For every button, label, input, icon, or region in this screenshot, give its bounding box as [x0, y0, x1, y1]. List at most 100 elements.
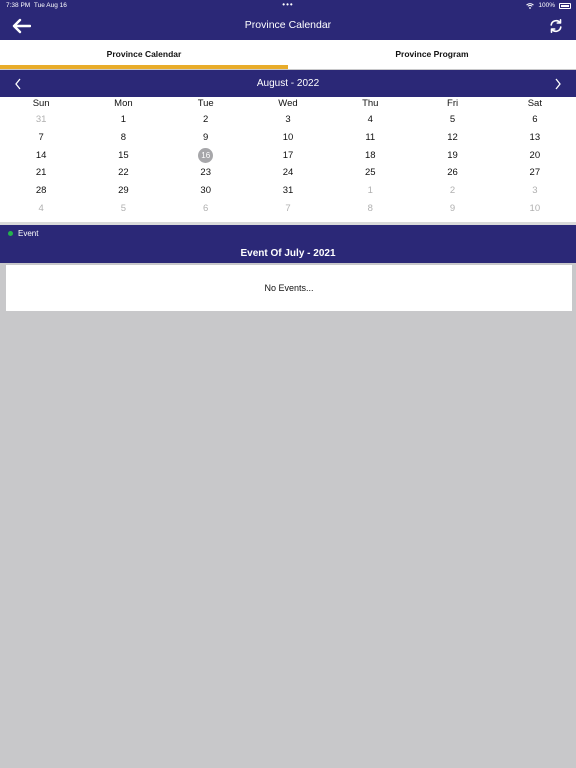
weekday-label: Sun [32, 98, 50, 109]
day-number: 1 [367, 185, 373, 197]
calendar-day[interactable]: 17 [247, 146, 329, 164]
day-number: 15 [118, 149, 129, 161]
calendar-day[interactable]: 15 [82, 146, 164, 164]
day-number: 26 [447, 167, 458, 179]
empty-state-text: No Events... [264, 283, 314, 293]
weekday-header: Sun Mon Tue Wed Thu Fri Sat [0, 97, 576, 111]
calendar-day[interactable]: 27 [494, 164, 576, 182]
calendar-day[interactable]: 7 [0, 129, 82, 147]
day-number: 18 [364, 149, 376, 161]
day-number: 9 [203, 132, 209, 144]
day-number: 5 [449, 114, 456, 126]
day-number: 10 [529, 202, 541, 214]
status-bar: 7:38 PM Tue Aug 16 ••• 100% [0, 0, 576, 12]
calendar-day[interactable]: 24 [247, 164, 329, 182]
weekday-label: Fri [447, 98, 459, 109]
day-number: 22 [118, 167, 129, 179]
calendar-day[interactable]: 8 [82, 129, 164, 147]
day-number: 29 [118, 185, 129, 197]
calendar-day[interactable]: 1 [82, 111, 164, 129]
calendar-day[interactable]: 25 [329, 164, 411, 182]
calendar-day[interactable]: 22 [82, 164, 164, 182]
day-number: 1 [120, 114, 127, 126]
calendar-day[interactable]: 1 [329, 182, 411, 200]
calendar-day[interactable]: 29 [82, 182, 164, 200]
day-number: 13 [529, 132, 541, 144]
calendar-day[interactable]: 28 [0, 182, 82, 200]
multitasking-dots-icon[interactable]: ••• [0, 1, 576, 9]
calendar-day[interactable]: 26 [411, 164, 493, 182]
calendar-day[interactable]: 2 [411, 182, 493, 200]
battery-percent: 100% [538, 2, 555, 9]
calendar-day[interactable]: 3 [494, 182, 576, 200]
status-right: 100% [526, 2, 571, 9]
calendar-day[interactable]: 5 [411, 111, 493, 129]
calendar-grid: Sun Mon Tue Wed Thu Fri Sat 31 1 2 3 4 5 6 7 8 9 10 11 12 1… [0, 97, 576, 222]
day-number: 24 [282, 167, 294, 179]
month-label: August - 2022 [256, 78, 320, 89]
calendar-day-today[interactable]: 16 [165, 146, 247, 164]
calendar-day[interactable]: 21 [0, 164, 82, 182]
day-number: 6 [532, 114, 538, 126]
calendar-day[interactable]: 2 [165, 111, 247, 129]
calendar-day[interactable]: 13 [494, 129, 576, 147]
event-section-title: Event Of July - 2021 [240, 248, 336, 259]
calendar-day[interactable]: 23 [165, 164, 247, 182]
day-number: 16 [198, 147, 214, 163]
day-number: 8 [120, 132, 127, 144]
day-number: 21 [35, 167, 47, 179]
calendar-day[interactable]: 11 [329, 129, 411, 147]
chevron-right-icon [555, 78, 561, 90]
day-number: 3 [285, 114, 291, 126]
calendar-day[interactable]: 31 [247, 182, 329, 200]
day-number: 7 [38, 132, 44, 144]
calendar-day[interactable]: 14 [0, 146, 82, 164]
weekday-label: Wed [278, 98, 298, 109]
day-number: 31 [35, 114, 47, 126]
calendar-day[interactable]: 18 [329, 146, 411, 164]
weekday-label: Tue [197, 98, 214, 109]
weekday-label: Mon [114, 98, 133, 109]
weekday-label: Thu [362, 98, 379, 109]
legend-label: Event [18, 229, 39, 238]
segment-tabs: Province Calendar Province Program [0, 40, 576, 69]
calendar-day[interactable]: 6 [165, 199, 247, 217]
calendar-day[interactable]: 7 [247, 199, 329, 217]
month-header: August - 2022 [0, 70, 576, 97]
calendar-day[interactable]: 10 [494, 199, 576, 217]
day-number: 20 [529, 149, 541, 161]
day-number: 2 [449, 185, 456, 197]
day-number: 14 [35, 149, 47, 161]
day-number: 17 [282, 149, 294, 161]
event-header: Event Event Of July - 2021 [0, 225, 576, 263]
day-number: 11 [365, 132, 376, 144]
calendar-day[interactable]: 31 [0, 111, 82, 129]
day-number: 7 [285, 202, 291, 214]
next-month-button[interactable] [548, 74, 568, 94]
day-number: 10 [282, 132, 294, 144]
weekday-label: Sat [527, 98, 542, 109]
calendar-day[interactable]: 20 [494, 146, 576, 164]
event-legend: Event [8, 229, 38, 238]
calendar-day[interactable]: 19 [411, 146, 493, 164]
day-grid: 31 1 2 3 4 5 6 7 8 9 10 11 12 13 14 15 16 17 18 19 20 21 22 23 2… [0, 111, 576, 217]
day-number: 12 [447, 132, 458, 144]
tab-province-program[interactable]: Province Program [288, 40, 576, 69]
calendar-day[interactable]: 5 [82, 199, 164, 217]
refresh-button[interactable] [544, 14, 568, 38]
tab-province-calendar[interactable]: Province Calendar [0, 40, 288, 69]
calendar-day[interactable]: 4 [0, 199, 82, 217]
calendar-day[interactable]: 12 [411, 129, 493, 147]
calendar-day[interactable]: 10 [247, 129, 329, 147]
calendar-day[interactable]: 9 [165, 129, 247, 147]
calendar-day[interactable]: 30 [165, 182, 247, 200]
day-number: 4 [38, 202, 44, 214]
day-number: 3 [532, 185, 538, 197]
calendar-day[interactable]: 4 [329, 111, 411, 129]
calendar-day[interactable]: 6 [494, 111, 576, 129]
calendar-day[interactable]: 3 [247, 111, 329, 129]
calendar-day[interactable]: 9 [411, 199, 493, 217]
day-number: 31 [282, 185, 294, 197]
battery-icon [559, 2, 571, 9]
calendar-day[interactable]: 8 [329, 199, 411, 217]
